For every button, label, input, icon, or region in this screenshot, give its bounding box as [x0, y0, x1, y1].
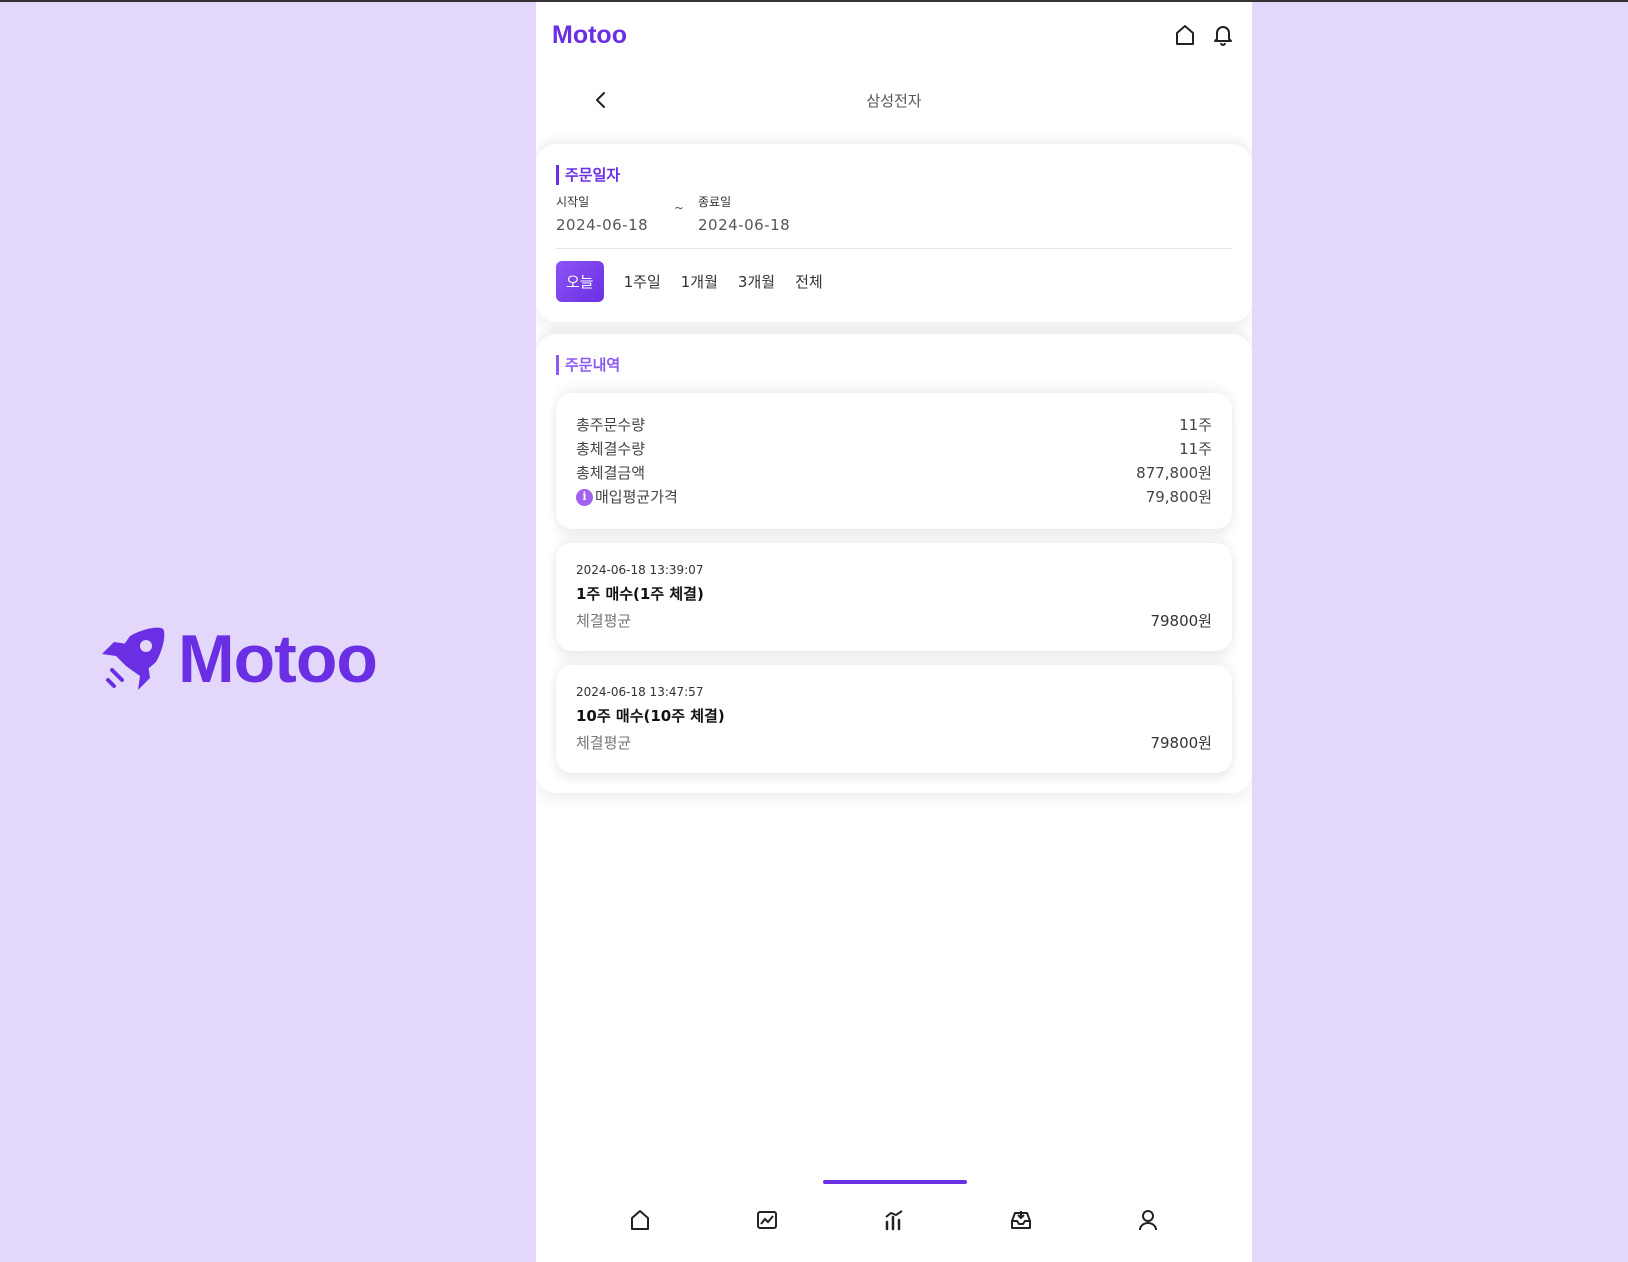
section-title: 주문일자 — [556, 164, 1232, 185]
transaction-title: 10주 매수(10주 체결) — [576, 707, 725, 725]
home-icon[interactable] — [628, 1208, 652, 1232]
info-icon[interactable]: i — [576, 488, 593, 506]
summary-row: i 매입평균가격 79,800원 — [576, 485, 1212, 509]
user-icon[interactable] — [1136, 1208, 1160, 1232]
transaction-card[interactable]: 2024-06-18 13:47:57 10주 매수(10주 체결) 체결평균 … — [556, 665, 1232, 773]
top-bar: Motoo — [536, 2, 1252, 68]
section-title: 주문내역 — [556, 354, 1232, 375]
order-date-section: 주문일자 시작일 2024-06-18 ~ 종료일 2024-06-18 오늘 … — [536, 144, 1252, 322]
transaction-datetime: 2024-06-18 13:47:57 — [576, 685, 704, 699]
sub-header: 삼성전자 — [536, 68, 1252, 132]
transaction-value: 79800원 — [1150, 612, 1212, 630]
date-separator: ~ — [674, 201, 685, 215]
brand-lockup: Motoo — [100, 620, 378, 698]
bell-icon[interactable] — [1212, 24, 1234, 46]
app-title[interactable]: Motoo — [552, 21, 627, 50]
inbox-icon[interactable] — [1009, 1208, 1033, 1232]
nav-active-indicator — [823, 1180, 967, 1184]
app-screen: Motoo 삼성전자 주문일자 시작일 2024-06-18 ~ 종료일 202… — [536, 2, 1252, 1262]
chart-icon[interactable] — [755, 1208, 779, 1232]
order-history-section: 주문내역 총주문수량 11주 총체결수량 11주 총체결금액 877,800원 … — [536, 334, 1252, 793]
bottom-nav — [536, 1168, 1252, 1262]
transaction-label: 체결평균 — [576, 612, 632, 630]
transaction-datetime: 2024-06-18 13:39:07 — [576, 563, 704, 577]
chevron-left-icon[interactable] — [590, 90, 610, 110]
stock-name: 삼성전자 — [866, 91, 922, 110]
period-tab-1month[interactable]: 1개월 — [681, 261, 718, 302]
end-date[interactable]: 종료일 2024-06-18 — [698, 193, 820, 234]
summary-card: 총주문수량 11주 총체결수량 11주 총체결금액 877,800원 i 매입평… — [556, 393, 1232, 529]
start-date[interactable]: 시작일 2024-06-18 — [556, 193, 678, 234]
date-range: 시작일 2024-06-18 ~ 종료일 2024-06-18 — [556, 193, 1232, 249]
period-tab-today[interactable]: 오늘 — [556, 261, 604, 302]
period-tab-1week[interactable]: 1주일 — [624, 261, 661, 302]
transaction-value: 79800원 — [1150, 734, 1212, 752]
transaction-label: 체결평균 — [576, 734, 632, 752]
summary-row: 총체결수량 11주 — [576, 440, 1212, 458]
home-icon[interactable] — [1174, 24, 1196, 46]
period-tabs: 오늘 1주일 1개월 3개월 전체 — [556, 261, 1232, 302]
bar-chart-icon[interactable] — [882, 1208, 906, 1232]
transaction-title: 1주 매수(1주 체결) — [576, 585, 704, 603]
brand-name: Motoo — [178, 621, 378, 697]
transaction-card[interactable]: 2024-06-18 13:39:07 1주 매수(1주 체결) 체결평균 79… — [556, 543, 1232, 651]
summary-row: 총주문수량 11주 — [576, 416, 1212, 434]
period-tab-3month[interactable]: 3개월 — [738, 261, 775, 302]
period-tab-all[interactable]: 전체 — [795, 261, 823, 302]
rocket-icon — [100, 626, 166, 692]
summary-row: 총체결금액 877,800원 — [576, 464, 1212, 482]
